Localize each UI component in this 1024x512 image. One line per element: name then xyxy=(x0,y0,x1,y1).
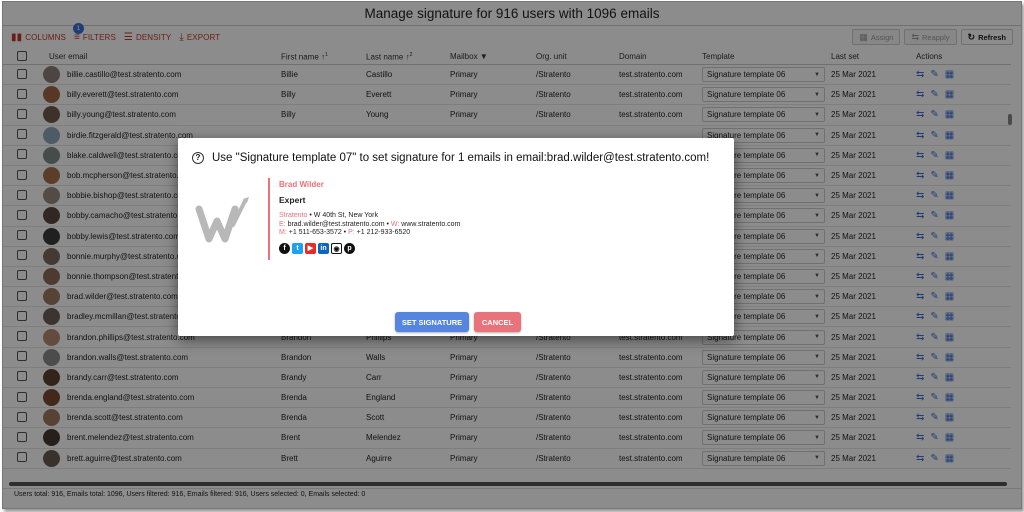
cancel-button[interactable]: CANCEL xyxy=(474,312,521,332)
signature-phone-line: M: +1 511-653-3572 • P: +1 212-933-6520 xyxy=(279,229,411,237)
signature-contact-line: E: brad.wilder@test.stratento.com • W: w… xyxy=(279,220,461,228)
signature-preview: Brad Wilder Expert Stratento • W 40th St… xyxy=(279,180,461,254)
pinterest-icon: p xyxy=(344,242,355,254)
twitter-icon: t xyxy=(292,242,303,254)
signature-position: Expert xyxy=(279,194,306,205)
youtube-icon: ▶ xyxy=(305,242,316,254)
company-logo xyxy=(195,195,253,249)
linkedin-icon: in xyxy=(318,242,329,254)
social-icons: f t ▶ in ◉ p xyxy=(279,242,460,254)
signature-name: Brad Wilder xyxy=(279,180,324,189)
app-window: Manage signature for 916 users with 1096… xyxy=(2,1,1022,509)
set-signature-button[interactable]: SET SIGNATURE xyxy=(395,312,469,332)
facebook-icon: f xyxy=(279,242,290,254)
confirm-dialog: ? Use "Signature template 07" to set sig… xyxy=(178,138,734,336)
question-icon: ? xyxy=(192,152,204,164)
signature-company-line: Stratento • W 40th St, New York xyxy=(279,212,378,220)
dialog-title: ? Use "Signature template 07" to set sig… xyxy=(192,152,709,164)
instagram-icon: ◉ xyxy=(331,242,342,254)
signature-divider xyxy=(268,178,270,260)
